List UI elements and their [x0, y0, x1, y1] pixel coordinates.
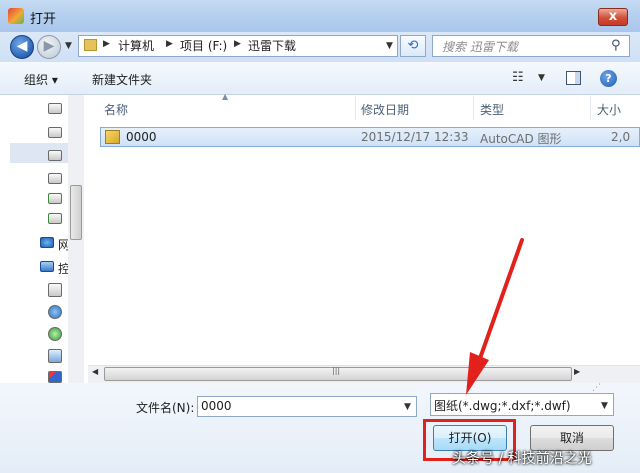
file-type-cell: AutoCAD 图形	[480, 132, 562, 146]
column-header-type[interactable]: 类型	[480, 101, 504, 118]
filename-dropdown-icon[interactable]: ▼	[404, 402, 411, 412]
forward-button[interactable]: ▶	[37, 35, 61, 59]
help-icon[interactable]: ?	[600, 70, 617, 87]
network-drive-icon[interactable]	[48, 213, 62, 224]
view-dropdown-icon[interactable]: ▼	[538, 73, 545, 83]
column-divider[interactable]	[355, 96, 356, 120]
grip-icon: |||	[332, 366, 341, 375]
filename-value[interactable]: 0000	[201, 399, 232, 413]
scroll-left-icon[interactable]: ◀	[92, 367, 98, 376]
network-icon[interactable]	[40, 237, 54, 248]
panel-item-icon[interactable]	[48, 283, 62, 297]
file-date-cell: 2015/12/17 12:33	[361, 130, 469, 144]
organize-button[interactable]: 组织 ▾	[24, 71, 58, 88]
refresh-button[interactable]: ⟲	[400, 35, 426, 57]
file-type-value[interactable]: 图纸(*.dwg;*.dxf;*.dwf)	[434, 397, 571, 414]
history-dropdown-icon[interactable]: ▼	[65, 41, 72, 51]
column-header-size[interactable]: 大小	[597, 101, 621, 118]
column-header-name[interactable]: 名称	[104, 101, 128, 118]
chevron-right-icon[interactable]: ▶	[234, 39, 241, 49]
close-button[interactable]: x	[598, 8, 628, 26]
drive-icon[interactable]	[48, 103, 62, 114]
column-divider[interactable]	[473, 96, 474, 120]
file-name-cell[interactable]: 0000	[126, 130, 157, 144]
file-size-cell: 2,0	[611, 130, 631, 144]
breadcrumb-drive[interactable]: 项目 (F:)	[180, 37, 227, 54]
nav-scroll-thumb[interactable]	[70, 185, 82, 240]
preview-pane-icon[interactable]	[566, 71, 581, 85]
panel-item-icon[interactable]	[48, 327, 62, 341]
column-divider[interactable]	[590, 96, 591, 120]
chevron-right-icon[interactable]: ▶	[103, 39, 110, 49]
breadcrumb-computer[interactable]: 计算机	[118, 37, 154, 54]
back-button[interactable]: ◀	[10, 35, 34, 59]
file-type-dropdown-icon[interactable]: ▼	[601, 401, 608, 411]
filename-label: 文件名(N):	[136, 401, 195, 415]
address-dropdown-icon[interactable]: ▼	[386, 41, 393, 51]
network-drive-icon[interactable]	[48, 193, 62, 204]
search-placeholder: 搜索 迅雷下载	[442, 40, 518, 54]
column-header-date[interactable]: 修改日期	[361, 101, 409, 118]
title-bar	[0, 0, 640, 32]
folder-icon	[84, 39, 97, 51]
drive-icon[interactable]	[48, 127, 62, 138]
dwg-file-icon[interactable]	[105, 130, 120, 144]
chevron-right-icon[interactable]: ▶	[166, 39, 173, 49]
watermark: 头条号 / 科技前沿之光	[452, 451, 592, 467]
panel-item-icon[interactable]	[48, 371, 62, 383]
drive-icon[interactable]	[48, 173, 62, 184]
resize-grip-icon[interactable]: ⋰	[592, 383, 601, 393]
control-panel-icon[interactable]	[40, 261, 54, 272]
new-folder-button[interactable]: 新建文件夹	[92, 71, 152, 88]
search-icon[interactable]: ⚲	[611, 38, 621, 53]
sort-up-icon: ▲	[222, 92, 229, 101]
view-options-icon[interactable]: ☷	[512, 70, 524, 85]
scroll-right-icon[interactable]: ▶	[574, 367, 580, 376]
panel-item-icon[interactable]	[48, 349, 62, 363]
breadcrumb-folder[interactable]: 迅雷下载	[248, 37, 296, 54]
app-icon	[8, 8, 24, 24]
panel-item-icon[interactable]	[48, 305, 62, 319]
nav-scrollbar[interactable]	[68, 95, 84, 385]
drive-icon[interactable]	[48, 150, 62, 161]
nav-selected-item[interactable]	[10, 143, 76, 163]
window-title: 打开	[30, 12, 57, 27]
